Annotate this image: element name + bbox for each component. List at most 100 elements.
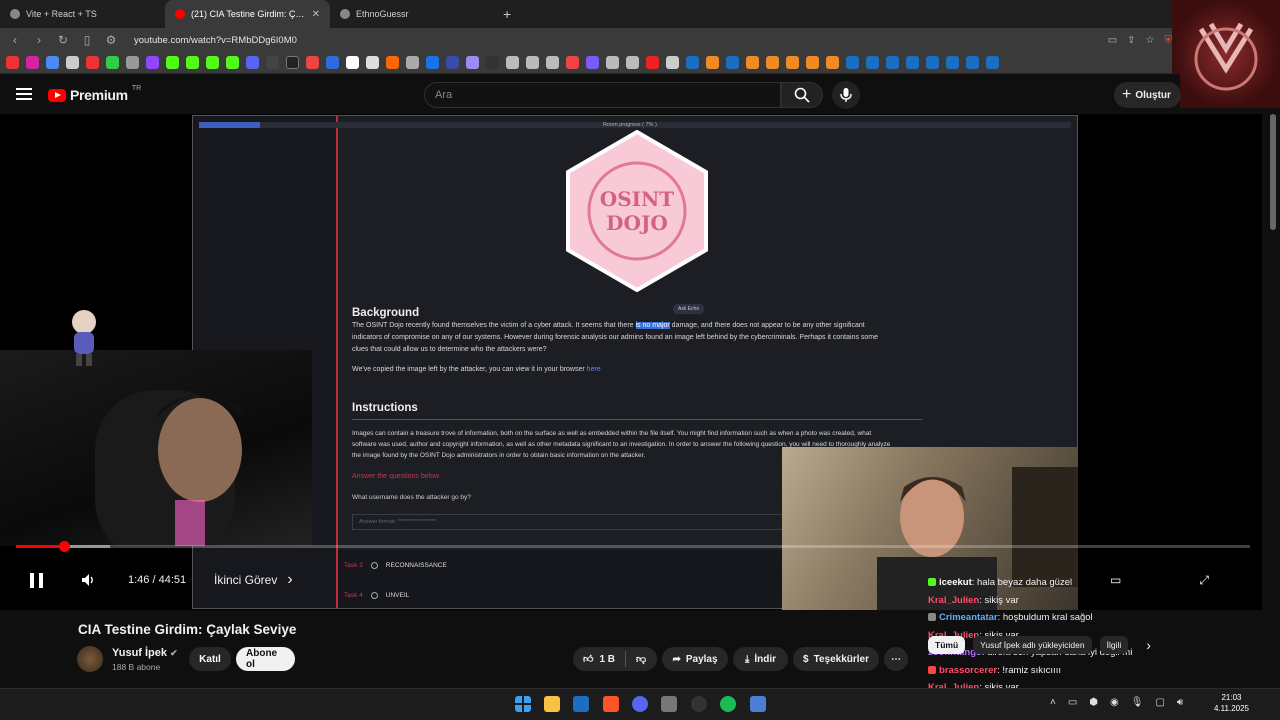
bookmark-icon[interactable] <box>706 56 719 69</box>
suggestion-tab-uploader[interactable]: Yusuf İpek adlı yükleyiciden <box>973 636 1092 654</box>
bookmark-steam-icon[interactable] <box>866 56 879 69</box>
join-button[interactable]: Katıl <box>189 647 231 671</box>
bookmark-icon[interactable] <box>526 56 539 69</box>
brave-browser-icon[interactable] <box>603 696 619 712</box>
new-tab-button[interactable]: + <box>495 6 519 22</box>
share-button[interactable]: ➦ Paylaş <box>662 647 728 671</box>
chapter-button[interactable]: İkinci Görev › <box>214 568 293 592</box>
app-icon[interactable] <box>661 696 677 712</box>
bookmark-icon[interactable] <box>426 56 439 69</box>
bookmark-icon[interactable] <box>786 56 799 69</box>
bookmark-icon[interactable] <box>606 56 619 69</box>
forward-icon[interactable]: › <box>32 33 46 47</box>
bookmark-icon[interactable] <box>326 56 339 69</box>
tab-ethnoguessr[interactable]: EthnoGuessr <box>330 0 495 28</box>
bookmark-icon[interactable] <box>566 56 579 69</box>
subscribe-button[interactable]: Abone ol <box>236 647 295 671</box>
bookmark-icon[interactable] <box>406 56 419 69</box>
bookmark-icon[interactable] <box>586 56 599 69</box>
bookmark-kick-icon[interactable] <box>206 56 219 69</box>
search-input[interactable]: Ara <box>424 82 781 108</box>
create-button[interactable]: + Oluştur <box>1114 82 1181 108</box>
bookmark-icon[interactable] <box>386 56 399 69</box>
reload-icon[interactable]: ↻ <box>56 33 70 47</box>
download-button[interactable]: ⤓ İndir <box>733 647 788 671</box>
bookmark-icon[interactable] <box>306 56 319 69</box>
bookmark-steam-icon[interactable] <box>906 56 919 69</box>
bookmark-icon[interactable] <box>126 56 139 69</box>
bookmark-icon[interactable] <box>346 56 359 69</box>
bookmark-icon[interactable] <box>646 56 659 69</box>
folder-icon[interactable] <box>666 56 679 69</box>
bookmark-icon[interactable] <box>746 56 759 69</box>
share-icon[interactable]: ⇪ <box>1127 35 1135 46</box>
bookmark-icon[interactable] <box>366 56 379 69</box>
bookmark-icon[interactable] <box>466 56 479 69</box>
more-actions-button[interactable]: ⋯ <box>884 647 908 671</box>
bookmark-icon[interactable]: ▯ <box>80 33 94 47</box>
search-button[interactable] <box>781 82 823 108</box>
channel-avatar[interactable] <box>77 646 103 672</box>
bookmark-kick-icon[interactable] <box>166 56 179 69</box>
thanks-button[interactable]: $ Teşekkürler <box>793 647 879 671</box>
tray-app-icon[interactable]: ▭ <box>1068 697 1077 708</box>
bookmark-icon[interactable] <box>446 56 459 69</box>
ask-echo-button[interactable]: Ask Echo <box>673 304 705 314</box>
answer-input[interactable]: Answer format: ****************** <box>352 514 792 530</box>
bookmark-steam-icon[interactable] <box>966 56 979 69</box>
answer-questions-link[interactable]: Answer the questions below <box>352 473 439 480</box>
bookmark-icon[interactable] <box>826 56 839 69</box>
voice-search-button[interactable] <box>832 81 860 109</box>
brave-shield-icon[interactable]: ⛨ <box>1165 35 1173 46</box>
bookmark-icon[interactable] <box>486 56 499 69</box>
site-info-icon[interactable]: ⚙ <box>104 33 118 47</box>
youtube-logo[interactable]: Premium TR <box>48 85 141 103</box>
network-icon[interactable]: ▢ <box>1155 697 1164 708</box>
windows-start-icon[interactable] <box>515 696 531 712</box>
bookmark-steam-icon[interactable] <box>926 56 939 69</box>
here-link[interactable]: here <box>587 366 601 373</box>
steam-icon[interactable] <box>573 696 589 712</box>
bookmark-x-icon[interactable] <box>286 56 299 69</box>
cast-icon[interactable]: ▭ <box>1108 35 1117 46</box>
tab-vite[interactable]: Vite + React + TS <box>0 0 165 28</box>
speaker-icon[interactable]: 🔊︎ <box>1177 697 1183 708</box>
bookmark-icon[interactable] <box>546 56 559 69</box>
back-icon[interactable]: ‹ <box>8 33 22 47</box>
video-progress-bar[interactable] <box>16 541 1250 552</box>
close-tab-icon[interactable]: ✕ <box>312 9 320 20</box>
bookmark-icon[interactable] <box>226 56 239 69</box>
bookmark-icon[interactable] <box>506 56 519 69</box>
file-explorer-icon[interactable] <box>544 696 560 712</box>
bookmark-icon[interactable] <box>626 56 639 69</box>
suggestion-tab-all[interactable]: Tümü <box>928 636 966 654</box>
bookmark-steam-icon[interactable] <box>846 56 859 69</box>
bookmark-steam-icon[interactable] <box>946 56 959 69</box>
bookmark-twitch-icon[interactable] <box>146 56 159 69</box>
obs-icon[interactable] <box>691 696 707 712</box>
tray-app-icon[interactable]: ⬢ <box>1089 697 1098 708</box>
bookmark-icon[interactable] <box>246 56 259 69</box>
bookmark-youtube-icon[interactable] <box>6 56 19 69</box>
bookmark-steam-icon[interactable] <box>686 56 699 69</box>
bookmark-steam-icon[interactable] <box>726 56 739 69</box>
tray-steam-icon[interactable]: ◉ <box>1110 697 1119 708</box>
bookmark-steam-icon[interactable] <box>886 56 899 69</box>
hamburger-menu-icon[interactable] <box>16 88 32 100</box>
clock[interactable]: 21:03 4.11.2025 <box>1214 692 1249 714</box>
bookmark-gmail-icon[interactable] <box>86 56 99 69</box>
page-scrollbar[interactable] <box>1270 114 1276 230</box>
pause-button[interactable] <box>30 568 50 592</box>
volume-button[interactable] <box>80 568 96 592</box>
bookmark-steam-icon[interactable] <box>986 56 999 69</box>
app-icon[interactable] <box>750 696 766 712</box>
tab-youtube[interactable]: (21) CIA Testine Girdim: Çaylak Seviye ✕ <box>165 0 330 28</box>
discord-icon[interactable] <box>632 696 648 712</box>
star-icon[interactable]: ☆ <box>1146 35 1155 46</box>
chevron-right-icon[interactable]: › <box>1146 637 1151 653</box>
channel-name[interactable]: Yusuf İpek ✔ <box>112 647 178 659</box>
bookmark-icon[interactable] <box>806 56 819 69</box>
suggestion-tab-related[interactable]: İlgili <box>1099 636 1129 654</box>
bookmark-icon[interactable] <box>266 56 279 69</box>
fullscreen-icon[interactable]: ⤢ <box>1199 573 1209 588</box>
